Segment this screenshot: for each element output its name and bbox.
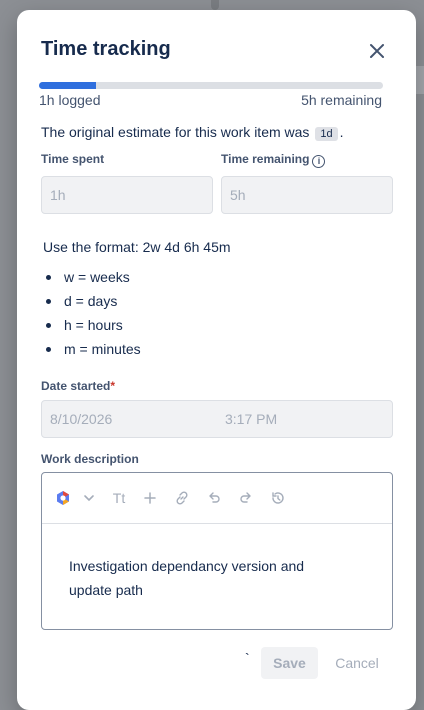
chevron-down-icon[interactable] (80, 489, 98, 507)
backdrop-panel-edge (416, 66, 424, 94)
estimate-chip: 1d (315, 127, 338, 141)
date-started-field[interactable]: 8/10/2026 3:17 PM (41, 400, 393, 438)
estimate-suffix: . (339, 124, 344, 140)
list-item: d = days (43, 292, 141, 316)
time-progress-bar (39, 82, 383, 89)
date-started-label: Date started* (41, 379, 115, 393)
undo-icon[interactable] (205, 489, 223, 507)
time-input[interactable]: 3:17 PM (225, 401, 277, 437)
time-spent-label: Time spent (41, 152, 105, 166)
date-input[interactable]: 8/10/2026 (50, 411, 112, 427)
history-icon[interactable] (269, 489, 287, 507)
link-icon[interactable] (173, 489, 191, 507)
estimate-text: The original estimate for this work item… (41, 124, 343, 141)
info-icon[interactable]: i (312, 155, 326, 168)
save-button[interactable]: Save (261, 647, 318, 679)
text-style-icon[interactable]: Tt (110, 489, 128, 507)
required-mark: * (110, 379, 116, 393)
close-icon[interactable] (366, 40, 388, 62)
format-help-line: Use the format: 2w 4d 6h 45m (43, 239, 231, 255)
time-remaining-label-text: Time remaining (221, 152, 310, 166)
time-remaining-label: Time remaining i (221, 152, 326, 168)
stray-mark: ` (245, 650, 250, 666)
time-spent-input[interactable]: 1h (41, 176, 213, 214)
backdrop-scroll-handle (211, 0, 219, 10)
redo-icon[interactable] (237, 489, 255, 507)
list-item: m = minutes (43, 340, 141, 364)
cancel-button[interactable]: Cancel (325, 647, 389, 679)
work-description-label: Work description (41, 452, 139, 466)
time-tracking-dialog: Time tracking 1h logged 5h remaining The… (17, 10, 416, 710)
editor-toolbar: Tt (42, 473, 392, 524)
time-remaining-input[interactable]: 5h (221, 176, 393, 214)
format-help-list: w = weeks d = days h = hours m = minutes (43, 268, 141, 364)
dialog-title: Time tracking (41, 38, 171, 60)
list-item: h = hours (43, 316, 141, 340)
plus-icon[interactable] (141, 489, 159, 507)
ai-icon[interactable] (54, 489, 72, 507)
logged-label: 1h logged (39, 92, 101, 108)
list-item: w = weeks (43, 268, 141, 292)
remaining-label: 5h remaining (301, 92, 382, 108)
time-progress-fill (39, 82, 97, 89)
date-started-label-text: Date started (41, 379, 111, 393)
work-description-content[interactable]: Investigation dependancy version and upd… (69, 554, 349, 602)
work-description-editor[interactable]: Tt Investigation dependancy version and … (41, 472, 393, 630)
estimate-prefix: The original estimate for this work item… (41, 124, 310, 140)
